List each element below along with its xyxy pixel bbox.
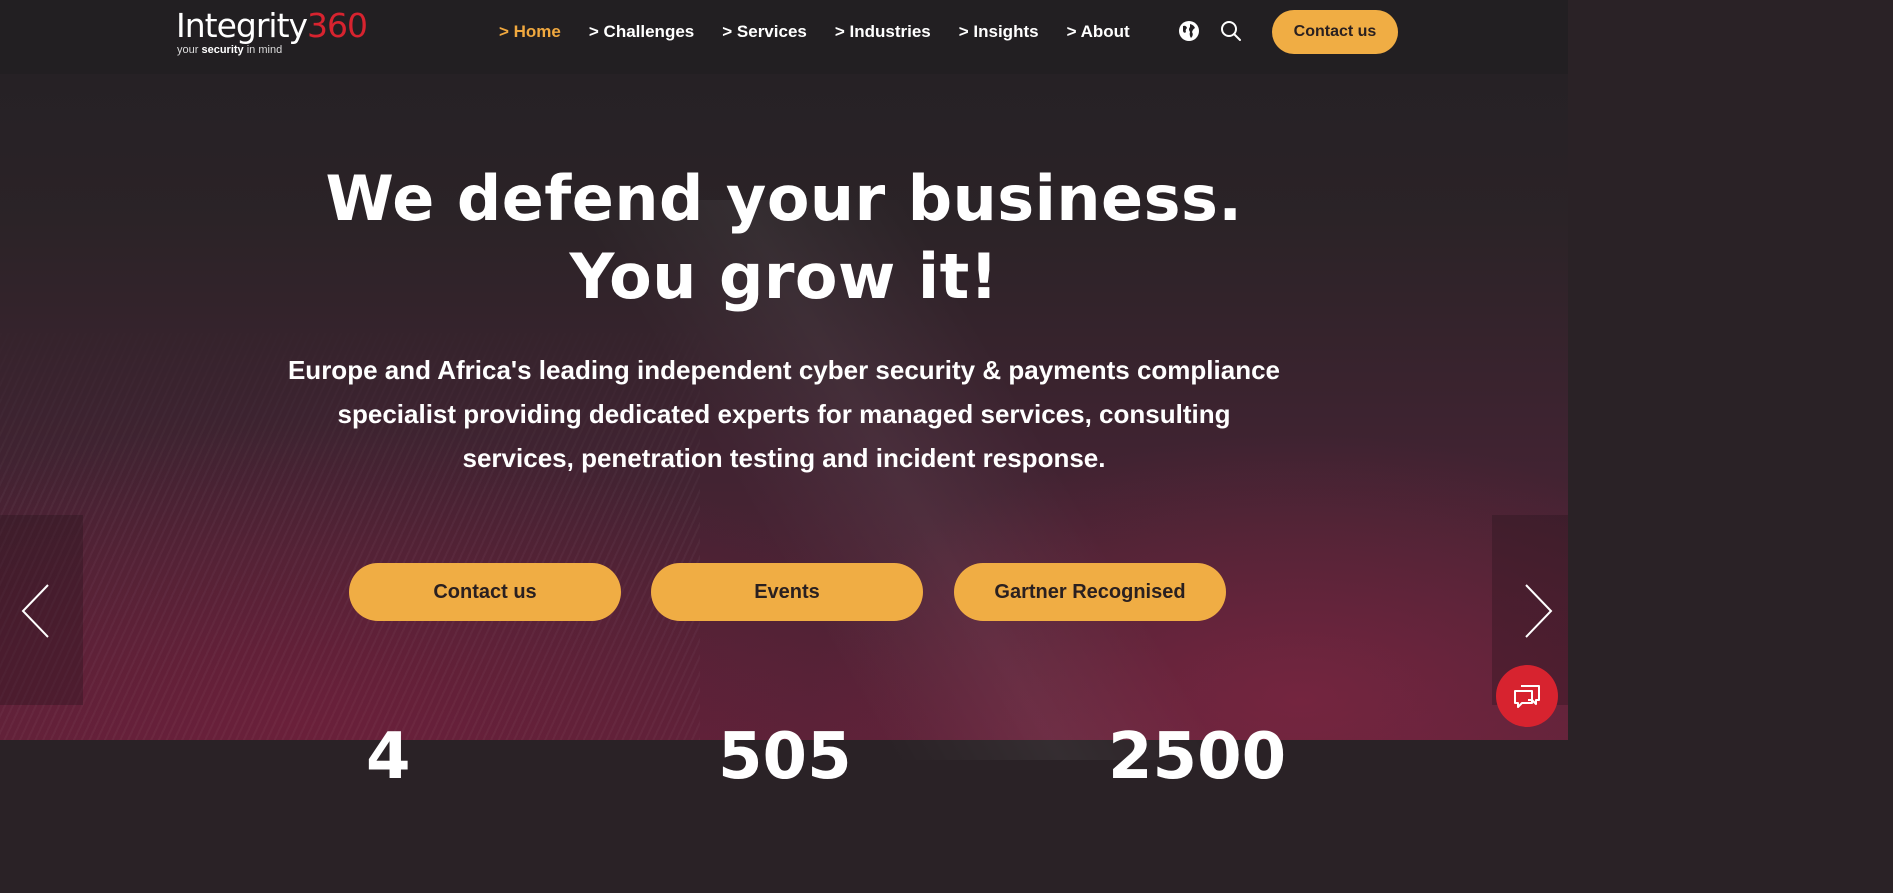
header-contact-button[interactable]: Contact us bbox=[1272, 10, 1398, 54]
site-header: Integrity360 your security in mind > Hom… bbox=[0, 0, 1568, 74]
hero-title-line-2: You grow it! bbox=[569, 240, 999, 313]
gartner-recognised-button[interactable]: Gartner Recognised bbox=[954, 563, 1226, 621]
stat-number: 505 bbox=[718, 720, 852, 794]
globe-icon[interactable] bbox=[1178, 20, 1200, 42]
stat-number: 2500 bbox=[1108, 720, 1287, 794]
stat-number: 4 bbox=[366, 720, 411, 794]
nav-item-industries[interactable]: > Industries bbox=[835, 20, 931, 44]
chat-button[interactable] bbox=[1496, 665, 1558, 727]
nav-item-challenges[interactable]: > Challenges bbox=[589, 20, 694, 44]
nav-item-insights[interactable]: > Insights bbox=[959, 20, 1039, 44]
events-button[interactable]: Events bbox=[651, 563, 923, 621]
tagline-post: in mind bbox=[243, 44, 283, 56]
logo-word: Integrity bbox=[176, 6, 308, 45]
hero-subtitle: Europe and Africa's leading independent … bbox=[287, 355, 1281, 473]
chat-icon bbox=[1514, 685, 1540, 708]
nav-item-about[interactable]: > About bbox=[1067, 20, 1130, 44]
tagline-bold: security bbox=[201, 44, 244, 56]
logo-tagline: your security in mind bbox=[177, 44, 282, 56]
logo-number: 360 bbox=[307, 6, 368, 45]
chevron-right-icon[interactable] bbox=[1522, 583, 1554, 639]
main-nav: > Home > Challenges > Services > Industr… bbox=[499, 20, 1158, 44]
nav-item-services[interactable]: > Services bbox=[722, 20, 807, 44]
nav-item-home[interactable]: > Home bbox=[499, 20, 561, 44]
hero-title-line-1: We defend your business. bbox=[325, 162, 1243, 235]
contact-us-button[interactable]: Contact us bbox=[349, 563, 621, 621]
chevron-left-icon[interactable] bbox=[20, 583, 52, 639]
logo-wordmark: Integrity360 bbox=[176, 6, 368, 46]
logo[interactable]: Integrity360 your security in mind bbox=[176, 6, 376, 58]
tagline-pre: your bbox=[177, 44, 202, 56]
hero-title: We defend your business. You grow it! bbox=[0, 160, 1568, 316]
search-icon[interactable] bbox=[1220, 20, 1242, 42]
